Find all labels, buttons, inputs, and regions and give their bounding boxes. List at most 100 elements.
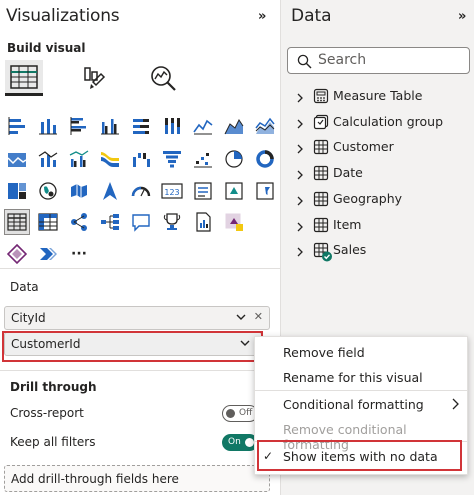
line-chart-icon[interactable] bbox=[190, 113, 216, 139]
keep-all-filters-label: Keep all filters bbox=[10, 435, 96, 449]
filled-map-icon[interactable] bbox=[66, 178, 92, 204]
scatter-chart-icon[interactable] bbox=[190, 146, 216, 172]
map-icon[interactable] bbox=[35, 178, 61, 204]
build-visual-icon bbox=[10, 64, 38, 89]
toggle-knob bbox=[245, 438, 254, 447]
format-visual-icon bbox=[84, 67, 106, 89]
toggle-state-label: On bbox=[228, 437, 241, 447]
visualizations-title: Visualizations bbox=[6, 6, 120, 26]
treemap-icon[interactable] bbox=[4, 178, 30, 204]
section-divider bbox=[0, 370, 280, 371]
chevron-down-icon[interactable] bbox=[235, 311, 247, 323]
waterfall-chart-icon[interactable] bbox=[128, 146, 154, 172]
show-items-highlight-box bbox=[257, 440, 462, 471]
pie-chart-icon[interactable] bbox=[221, 146, 247, 172]
menu-item-label: Conditional formatting bbox=[283, 397, 424, 412]
card-icon[interactable]: 123 bbox=[159, 178, 185, 204]
drill-through-drop-zone[interactable]: Add drill-through fields here bbox=[4, 465, 270, 492]
table-icon bbox=[313, 191, 329, 207]
chevron-right-icon[interactable] bbox=[295, 115, 305, 129]
table-item-label: Customer bbox=[333, 139, 394, 155]
area-chart-icon[interactable] bbox=[221, 113, 247, 139]
chevron-right-icon bbox=[452, 398, 459, 410]
100-stacked-bar-chart-icon[interactable] bbox=[128, 113, 154, 139]
line-and-stacked-column-chart-icon[interactable] bbox=[35, 146, 61, 172]
line-and-clustered-column-chart-icon[interactable] bbox=[66, 146, 92, 172]
drill-through-label: Drill through bbox=[10, 380, 97, 394]
clustered-bar-chart-icon[interactable] bbox=[66, 113, 92, 139]
customerid-highlight-box bbox=[2, 331, 263, 362]
gauge-icon[interactable] bbox=[128, 178, 154, 204]
table-item-date[interactable]: Date bbox=[295, 163, 465, 183]
table-with-check-icon bbox=[313, 242, 332, 262]
build-visual-label: Build visual bbox=[7, 41, 86, 55]
search-box[interactable] bbox=[287, 47, 470, 74]
table-item-geography[interactable]: Geography bbox=[295, 189, 465, 209]
stacked-area-chart-icon[interactable] bbox=[252, 113, 278, 139]
field-well-cityid[interactable]: CityId ✕ bbox=[4, 306, 270, 330]
kpi-icon[interactable] bbox=[221, 178, 247, 204]
ribbon-chart-icon[interactable] bbox=[97, 146, 123, 172]
menu-item-label: Rename for this visual bbox=[283, 370, 423, 385]
section-divider bbox=[0, 268, 280, 269]
power-automate-icon[interactable] bbox=[4, 241, 30, 267]
table-item-label: Date bbox=[333, 165, 363, 181]
chevron-right-icon[interactable] bbox=[295, 243, 305, 257]
stacked-column-chart-icon[interactable] bbox=[35, 113, 61, 139]
table-item-label: Measure Table bbox=[333, 88, 423, 103]
data-pane-title: Data bbox=[291, 6, 332, 26]
svg-text:123: 123 bbox=[164, 188, 179, 197]
matrix-icon[interactable] bbox=[35, 209, 61, 235]
search-input[interactable] bbox=[318, 52, 458, 68]
decomposition-tree-icon[interactable] bbox=[97, 209, 123, 235]
paginated-report-icon[interactable] bbox=[190, 209, 216, 235]
calculation-group-icon bbox=[313, 114, 329, 130]
qa-visual-icon[interactable] bbox=[128, 209, 154, 235]
menu-item-rename[interactable]: Rename for this visual bbox=[255, 365, 467, 389]
power-apps-icon[interactable] bbox=[221, 209, 247, 235]
menu-item-label: Remove field bbox=[283, 345, 365, 360]
drop-zone-placeholder: Add drill-through fields here bbox=[11, 472, 179, 486]
stacked-bar-chart-icon[interactable] bbox=[4, 113, 30, 139]
more-visuals-button[interactable]: ··· bbox=[66, 241, 92, 267]
key-influencers-icon[interactable] bbox=[159, 209, 185, 235]
smart-narrative-icon[interactable] bbox=[35, 241, 61, 267]
azure-map-icon[interactable] bbox=[97, 178, 123, 204]
slicer-icon[interactable] bbox=[252, 178, 278, 204]
r-script-visual-icon[interactable] bbox=[66, 209, 92, 235]
table-item-sales[interactable]: Sales bbox=[295, 240, 465, 262]
format-visual-tab[interactable] bbox=[74, 60, 112, 96]
chevron-right-icon[interactable] bbox=[295, 192, 305, 206]
analytics-tab[interactable] bbox=[144, 60, 182, 96]
menu-item-remove-field[interactable]: Remove field bbox=[255, 340, 467, 364]
multi-row-card-icon[interactable] bbox=[190, 178, 216, 204]
chevron-right-icon[interactable] bbox=[295, 140, 305, 154]
build-visual-tab[interactable] bbox=[5, 60, 43, 96]
toggle-state-label: Off bbox=[239, 408, 253, 418]
chevron-right-icon[interactable] bbox=[295, 166, 305, 180]
keep-all-filters-toggle[interactable]: On bbox=[222, 434, 258, 451]
funnel-chart-icon[interactable] bbox=[159, 146, 185, 172]
analytics-icon bbox=[151, 66, 176, 91]
table-item-customer[interactable]: Customer bbox=[295, 137, 465, 157]
chevron-right-icon[interactable] bbox=[295, 89, 305, 103]
search-icon bbox=[297, 54, 312, 69]
table-visual-icon[interactable] bbox=[4, 209, 30, 235]
clustered-column-chart-icon[interactable] bbox=[97, 113, 123, 139]
collapse-visualizations-button[interactable]: » bbox=[258, 9, 266, 24]
table-item-item[interactable]: Item bbox=[295, 215, 465, 235]
table-item-label: Calculation group bbox=[333, 113, 444, 129]
collapse-data-pane-button[interactable]: » bbox=[458, 9, 466, 24]
donut-chart-icon[interactable] bbox=[252, 146, 278, 172]
table-icon bbox=[313, 217, 329, 233]
chevron-right-icon[interactable] bbox=[295, 218, 305, 231]
cross-report-toggle[interactable]: Off bbox=[222, 405, 258, 422]
table-item-calculation-group[interactable]: Calculation group bbox=[295, 112, 465, 132]
table-item-measure-table[interactable]: Measure Table bbox=[295, 86, 465, 106]
toggle-knob bbox=[226, 409, 235, 418]
table-item-label: Sales bbox=[333, 242, 367, 258]
menu-item-conditional-formatting[interactable]: Conditional formatting bbox=[255, 392, 467, 416]
ribbon-area-icon[interactable] bbox=[4, 146, 30, 172]
remove-field-icon[interactable]: ✕ bbox=[254, 310, 263, 323]
100-stacked-column-chart-icon[interactable] bbox=[159, 113, 185, 139]
